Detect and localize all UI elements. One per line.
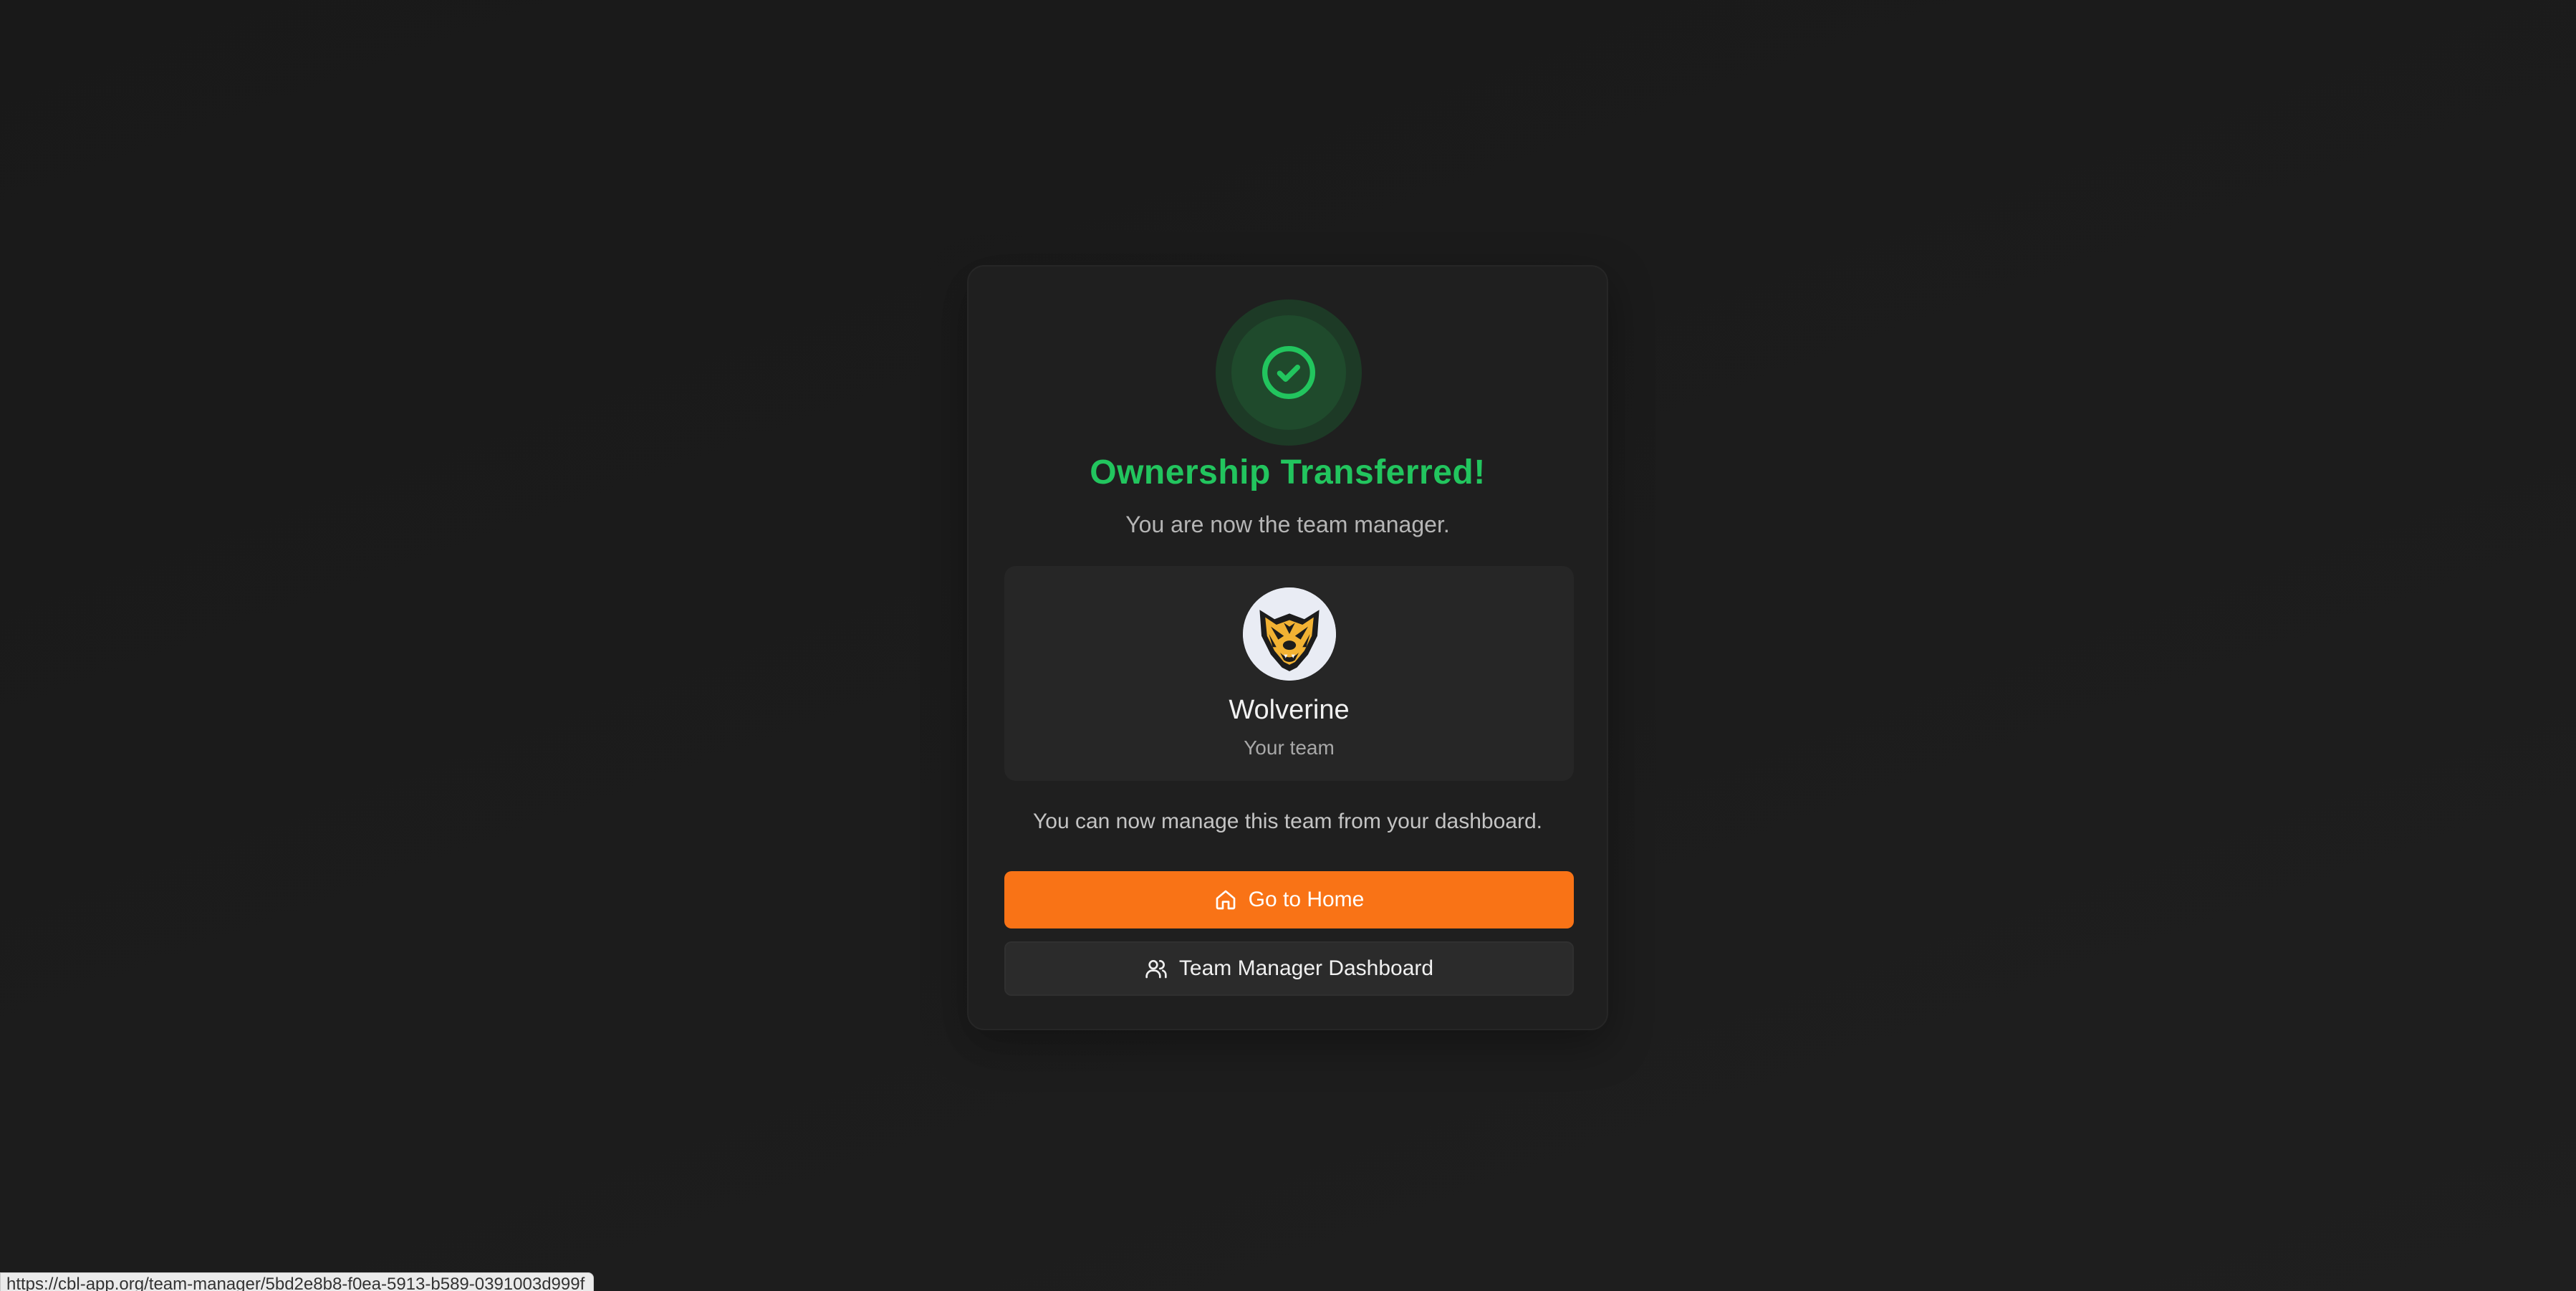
wolverine-logo-icon (1243, 587, 1336, 681)
team-manager-dashboard-button[interactable]: Team Manager Dashboard (1004, 941, 1574, 996)
users-icon (1145, 960, 1167, 979)
success-badge (1216, 299, 1362, 446)
page-title: Ownership Transferred! (1090, 453, 1486, 491)
team-name: Wolverine (1229, 695, 1350, 725)
team-label: Your team (1244, 736, 1335, 759)
team-avatar (1243, 587, 1336, 681)
manage-message: You can now manage this team from your d… (1033, 810, 1542, 833)
page-subtitle: You are now the team manager. (1125, 512, 1450, 537)
team-summary: Wolverine Your team (1004, 566, 1574, 781)
team-manager-dashboard-label: Team Manager Dashboard (1178, 956, 1434, 980)
ownership-transferred-card: Ownership Transferred! You are now the t… (967, 265, 1608, 1030)
page: Ownership Transferred! You are now the t… (0, 0, 2576, 1291)
status-bar-url: https://cbl-app.org/team-manager/5bd2e8b… (0, 1272, 595, 1291)
home-icon (1216, 890, 1235, 910)
go-home-button[interactable]: Go to Home (1004, 871, 1574, 928)
go-home-label: Go to Home (1248, 888, 1365, 911)
check-circle-icon (1262, 346, 1315, 399)
